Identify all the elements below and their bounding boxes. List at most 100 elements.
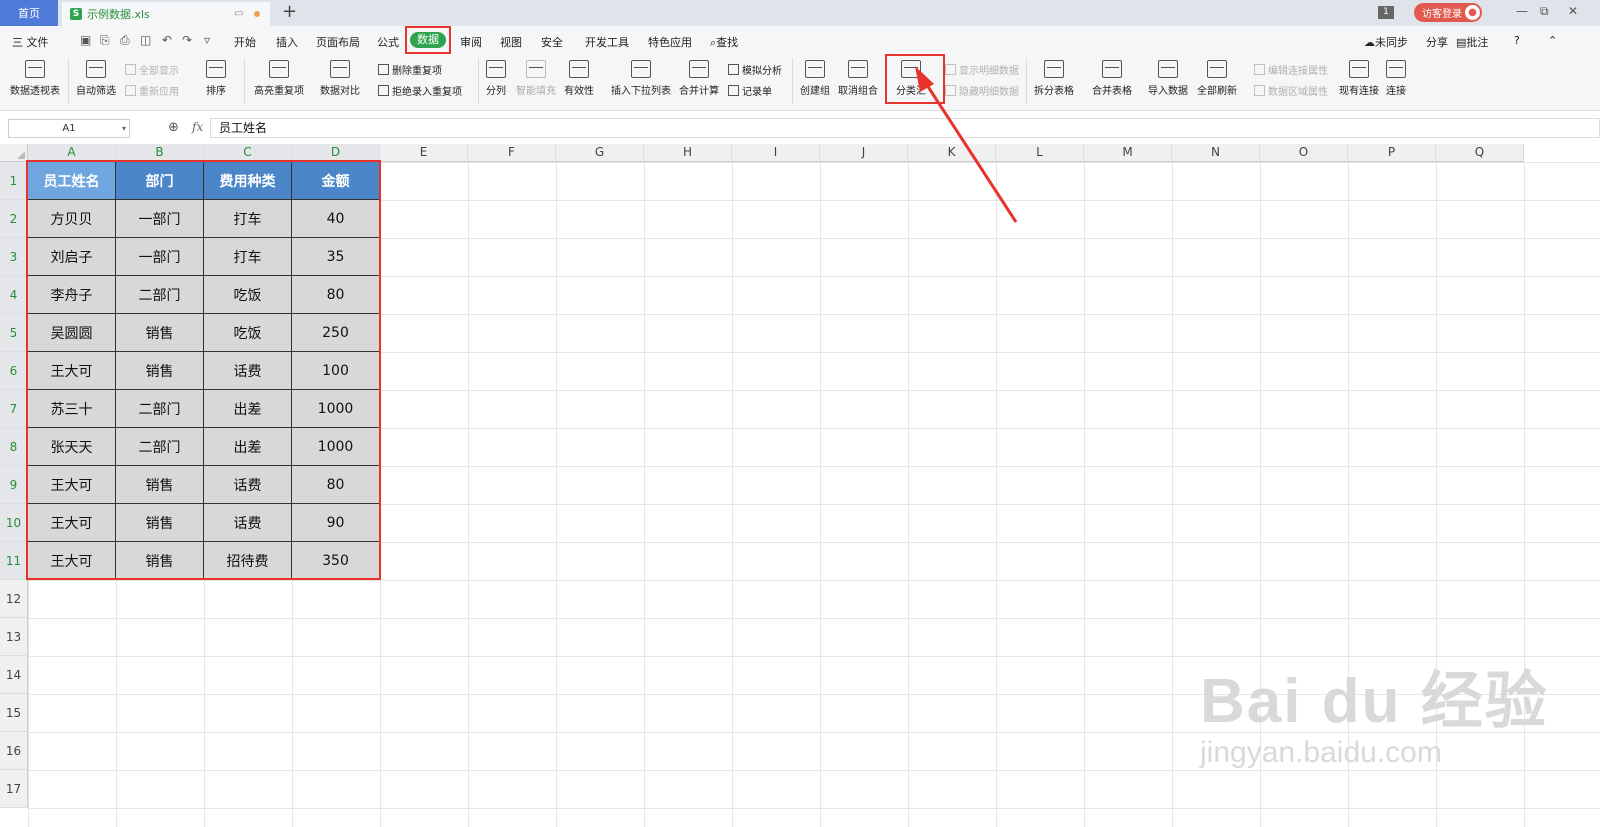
column-header[interactable]: A — [28, 144, 116, 162]
column-header[interactable]: K — [908, 144, 996, 162]
table-cell[interactable]: 90 — [292, 504, 380, 542]
table-cell[interactable]: 吴圆圆 — [28, 314, 116, 352]
table-cell[interactable]: 销售 — [116, 466, 204, 504]
table-cell[interactable]: 王大可 — [28, 466, 116, 504]
row-header[interactable]: 5 — [0, 314, 28, 352]
pivot-table-button[interactable]: 数据透视表 — [10, 60, 60, 97]
table-cell[interactable]: 王大可 — [28, 352, 116, 390]
row-header[interactable]: 8 — [0, 428, 28, 466]
column-header[interactable]: B — [116, 144, 204, 162]
undo-icon[interactable]: ↶ — [162, 33, 172, 47]
tab-developer[interactable]: 开发工具 — [585, 34, 629, 50]
formula-input[interactable]: 员工姓名 — [210, 118, 1600, 138]
column-header[interactable]: L — [996, 144, 1084, 162]
table-cell[interactable]: 吃饭 — [204, 314, 292, 352]
table-cell[interactable]: 销售 — [116, 504, 204, 542]
smart-fill-button[interactable]: 智能填充 — [516, 60, 556, 97]
export-icon[interactable]: ⎘ — [100, 33, 110, 48]
table-header-cell[interactable]: 部门 — [116, 162, 204, 200]
tab-insert[interactable]: 插入 — [276, 34, 298, 50]
help-button[interactable]: ? — [1514, 34, 1520, 47]
insert-dropdown-button[interactable]: 插入下拉列表 — [611, 60, 671, 97]
validity-button[interactable]: 有效性 — [564, 60, 594, 97]
close-button[interactable]: ✕ — [1568, 4, 1578, 18]
whatif-button[interactable]: 模拟分析 — [728, 62, 782, 77]
table-cell[interactable]: 出差 — [204, 428, 292, 466]
column-header[interactable]: M — [1084, 144, 1172, 162]
row-header[interactable]: 6 — [0, 352, 28, 390]
table-cell[interactable]: 方贝贝 — [28, 200, 116, 238]
table-cell[interactable]: 二部门 — [116, 428, 204, 466]
tab-view[interactable]: 视图 — [500, 34, 522, 50]
split-table-button[interactable]: 拆分表格 — [1034, 60, 1074, 97]
remove-duplicates-button[interactable]: 删除重复项 — [378, 62, 442, 77]
table-cell[interactable]: 1000 — [292, 390, 380, 428]
sync-status[interactable]: ☁未同步 — [1364, 34, 1408, 50]
function-icon[interactable]: fx — [192, 120, 203, 134]
table-header-cell[interactable]: 员工姓名 — [28, 162, 116, 200]
table-cell[interactable]: 打车 — [204, 238, 292, 276]
monitor-icon[interactable]: ▭ — [234, 8, 243, 19]
create-group-button[interactable]: 创建组 — [800, 60, 830, 97]
row-header[interactable]: 10 — [0, 504, 28, 542]
row-header[interactable]: 9 — [0, 466, 28, 504]
row-header[interactable]: 2 — [0, 200, 28, 238]
table-cell[interactable]: 1000 — [292, 428, 380, 466]
column-header[interactable]: Q — [1436, 144, 1524, 162]
table-cell[interactable]: 王大可 — [28, 504, 116, 542]
column-header[interactable]: P — [1348, 144, 1436, 162]
table-cell[interactable]: 80 — [292, 276, 380, 314]
window-count-badge[interactable]: 1 — [1378, 6, 1394, 19]
import-data-button[interactable]: 导入数据 — [1148, 60, 1188, 97]
row-header[interactable]: 17 — [0, 770, 28, 808]
minimize-button[interactable]: — — [1516, 4, 1528, 18]
tab-page-layout[interactable]: 页面布局 — [316, 34, 360, 50]
ungroup-button[interactable]: 取消组合 — [838, 60, 878, 97]
sort-button[interactable]: 排序 — [196, 60, 236, 97]
autofilter-button[interactable]: 自动筛选 — [76, 60, 116, 97]
table-cell[interactable]: 销售 — [116, 352, 204, 390]
search-button[interactable]: ⌕查找 — [710, 34, 738, 50]
table-cell[interactable]: 销售 — [116, 314, 204, 352]
table-cell[interactable]: 40 — [292, 200, 380, 238]
chevron-down-icon[interactable]: ▾ — [122, 120, 126, 137]
table-cell[interactable]: 80 — [292, 466, 380, 504]
edit-connection-button[interactable]: 编辑连接属性 — [1254, 62, 1328, 77]
row-header[interactable]: 7 — [0, 390, 28, 428]
tab-review[interactable]: 审阅 — [460, 34, 482, 50]
highlight-duplicates-button[interactable]: 高亮重复项 — [254, 60, 304, 97]
tab-formula[interactable]: 公式 — [377, 34, 399, 50]
table-cell[interactable]: 张天天 — [28, 428, 116, 466]
row-header[interactable]: 14 — [0, 656, 28, 694]
column-header[interactable]: C — [204, 144, 292, 162]
table-cell[interactable]: 250 — [292, 314, 380, 352]
customize-icon[interactable]: ▿ — [204, 33, 210, 47]
column-header[interactable]: D — [292, 144, 380, 162]
reapply-button[interactable]: 重新应用 — [125, 83, 179, 98]
row-header[interactable]: 15 — [0, 694, 28, 732]
table-cell[interactable]: 招待费 — [204, 542, 292, 580]
column-header[interactable]: O — [1260, 144, 1348, 162]
preview-icon[interactable]: ◫ — [140, 33, 151, 47]
tab-special[interactable]: 特色应用 — [648, 34, 692, 50]
print-icon[interactable]: ⎙ — [120, 33, 130, 48]
table-cell[interactable]: 350 — [292, 542, 380, 580]
comment-button[interactable]: ▤批注 — [1456, 34, 1488, 50]
hide-detail-button[interactable]: 隐藏明细数据 — [945, 83, 1019, 98]
column-header[interactable]: J — [820, 144, 908, 162]
connect-button[interactable]: 连接 — [1386, 60, 1406, 97]
consolidate-button[interactable]: 合并计算 — [679, 60, 719, 97]
row-header[interactable]: 1 — [0, 162, 28, 200]
table-cell[interactable]: 话费 — [204, 504, 292, 542]
row-header[interactable]: 16 — [0, 732, 28, 770]
table-cell[interactable]: 35 — [292, 238, 380, 276]
row-header[interactable]: 4 — [0, 276, 28, 314]
table-cell[interactable]: 100 — [292, 352, 380, 390]
column-header[interactable]: I — [732, 144, 820, 162]
select-all-corner[interactable] — [0, 144, 28, 162]
split-column-button[interactable]: 分列 — [486, 60, 506, 97]
table-cell[interactable]: 吃饭 — [204, 276, 292, 314]
range-properties-button[interactable]: 数据区域属性 — [1254, 83, 1328, 98]
tab-security[interactable]: 安全 — [541, 34, 563, 50]
table-cell[interactable]: 一部门 — [116, 238, 204, 276]
